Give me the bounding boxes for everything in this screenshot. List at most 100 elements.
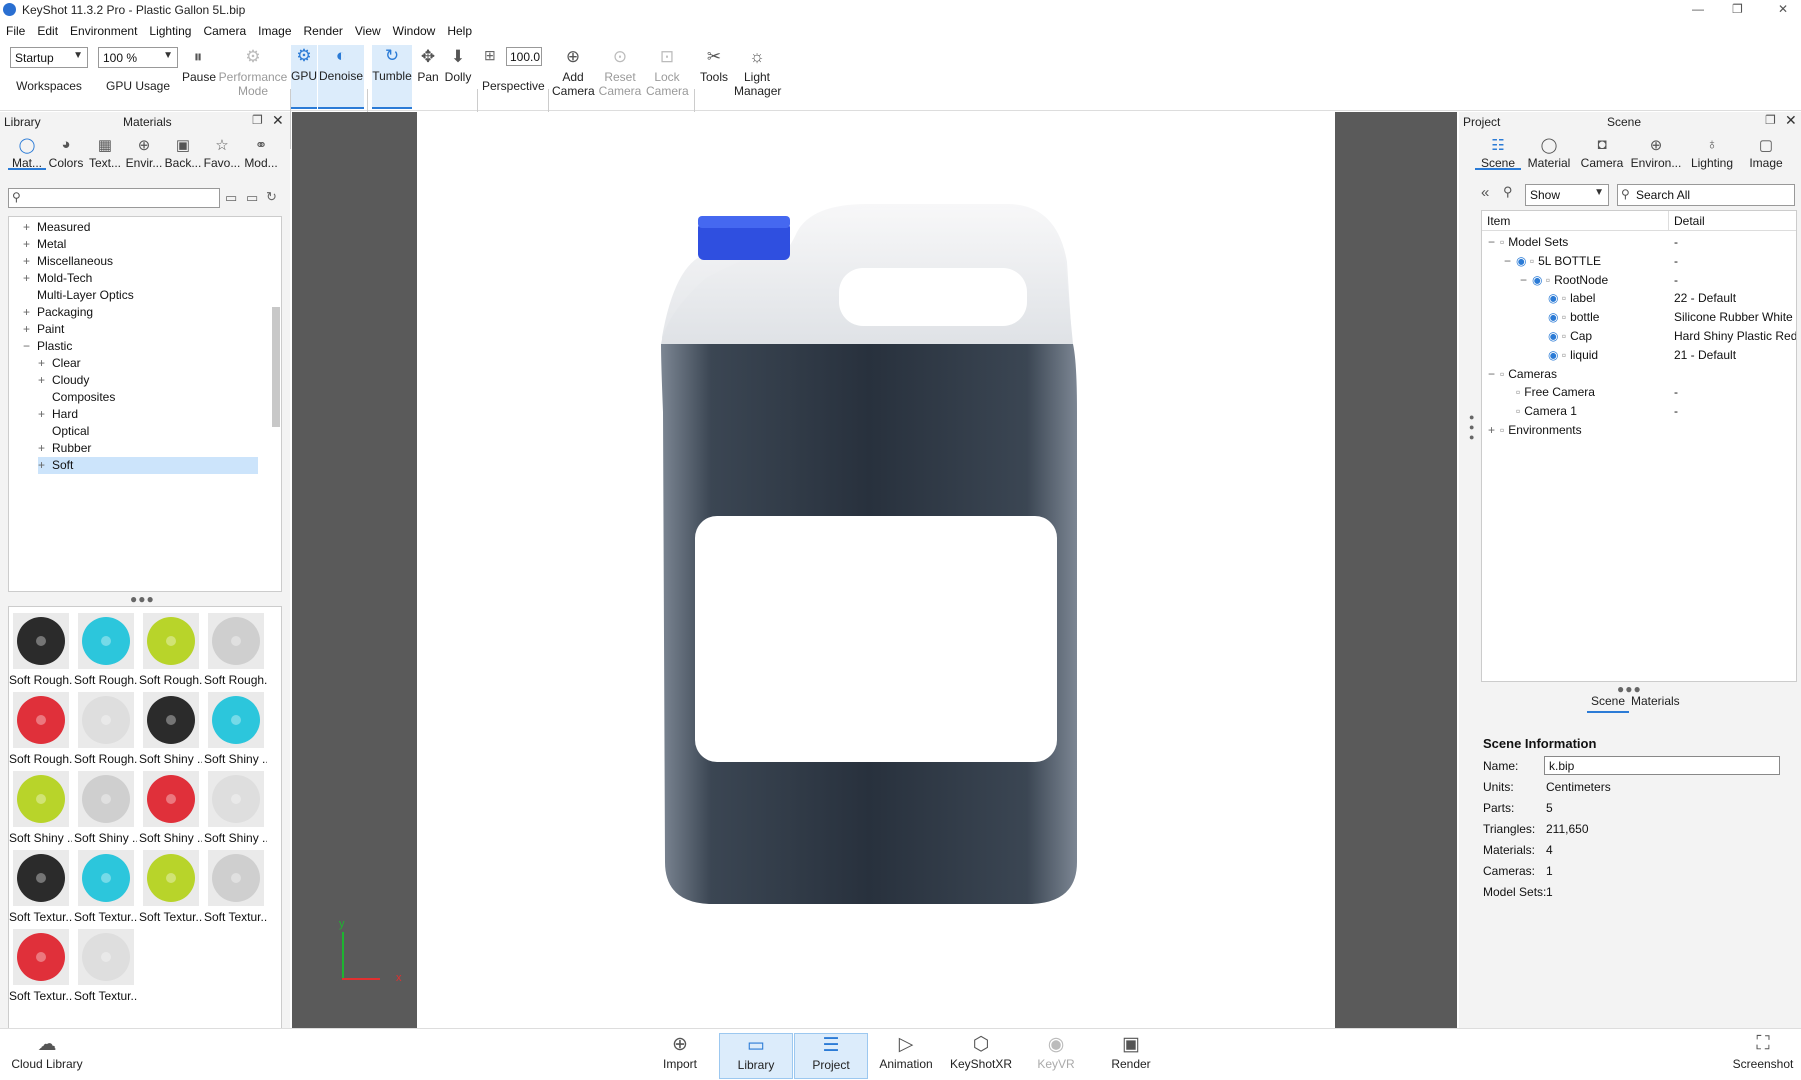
visibility-eye-icon[interactable]: ◉ — [1548, 329, 1562, 343]
tree-item[interactable]: + Metal — [23, 236, 66, 253]
light-manager-button[interactable]: ☼ Light Manager — [734, 46, 781, 98]
float-panel-icon[interactable]: ❐ — [252, 113, 263, 127]
tree-item[interactable]: − Plastic — [23, 338, 72, 355]
menu-environment[interactable]: Environment — [64, 20, 143, 38]
tab-environment[interactable]: ⊕ Environ... — [1629, 136, 1683, 170]
expand-icon[interactable]: + — [23, 270, 37, 287]
cloud-library-button[interactable]: ☁ Cloud Library — [10, 1033, 84, 1079]
visibility-eye-icon[interactable]: ◉ — [1516, 254, 1530, 268]
col-item[interactable]: Item — [1487, 214, 1510, 228]
gpu-toggle[interactable]: ⚙ GPU — [291, 45, 317, 109]
tree-item[interactable]: Composites — [38, 389, 115, 406]
collapse-icon[interactable]: − — [1488, 365, 1500, 384]
scene-tree-row[interactable]: − ▫ Model Sets - — [1482, 233, 1796, 252]
material-thumbnail[interactable]: Soft Shiny ... — [9, 769, 72, 845]
workspace-select[interactable]: Startup ▼ — [10, 47, 88, 68]
tab-camera[interactable]: ◘ Camera — [1577, 136, 1627, 170]
menu-render[interactable]: Render — [298, 20, 349, 38]
tree-item[interactable]: + Packaging — [23, 304, 93, 321]
tree-item[interactable]: Optical — [38, 423, 89, 440]
material-thumbnail[interactable]: Soft Shiny ... — [139, 769, 202, 845]
tab-material[interactable]: ◯ Material — [1523, 136, 1575, 170]
library-search-input[interactable]: ⚲ — [8, 188, 220, 208]
library-toggle-button[interactable]: ▭ Library — [719, 1033, 793, 1079]
collapse-icon[interactable]: − — [1504, 252, 1516, 271]
animation-button[interactable]: ▷ Animation — [874, 1033, 938, 1079]
screenshot-button[interactable]: ⛶ Screenshot — [1730, 1033, 1796, 1079]
keyshotxr-button[interactable]: ⬡ KeyShotXR — [950, 1033, 1012, 1079]
material-thumbnail[interactable]: Soft Shiny ... — [204, 690, 267, 766]
expand-icon[interactable]: + — [23, 219, 37, 236]
expand-icon[interactable]: + — [38, 355, 52, 372]
tree-item[interactable]: Multi-Layer Optics — [23, 287, 134, 304]
material-thumbnail[interactable]: Soft Textur... — [74, 927, 137, 1003]
scene-name-input[interactable]: k.bip — [1544, 756, 1780, 775]
collapse-icon[interactable]: − — [23, 338, 37, 355]
scene-tree-row[interactable]: − ◉ ▫ RootNode - — [1482, 271, 1796, 290]
tab-models[interactable]: ⚭ Mod... — [242, 136, 280, 170]
performance-mode-button[interactable]: ⚙ Performance Mode — [218, 46, 288, 98]
tree-item[interactable]: + Cloudy — [38, 372, 89, 389]
scene-tree-row[interactable]: ▫ Free Camera - — [1482, 383, 1796, 402]
tools-button[interactable]: ✂ Tools — [698, 46, 730, 84]
float-panel-icon[interactable]: ❐ — [1765, 113, 1776, 127]
side-splitter-grip[interactable]: ● ● ● — [1469, 412, 1477, 442]
menu-help[interactable]: Help — [441, 20, 478, 38]
tab-backplates[interactable]: ▣ Back... — [164, 136, 202, 170]
material-thumbnail[interactable]: Soft Rough... — [74, 611, 137, 687]
scene-tree-row[interactable]: − ▫ Cameras — [1482, 365, 1796, 384]
menu-window[interactable]: Window — [387, 20, 442, 38]
material-thumbnail[interactable]: Soft Rough... — [139, 611, 202, 687]
visibility-eye-icon[interactable]: ◉ — [1548, 310, 1562, 324]
tab-favorites[interactable]: ☆ Favo... — [203, 136, 241, 170]
expand-icon[interactable]: + — [38, 372, 52, 389]
render-canvas[interactable] — [417, 112, 1335, 1028]
splitter-grip[interactable]: ●●● — [130, 592, 155, 606]
minimize-button[interactable]: — — [1692, 2, 1704, 16]
tree-item[interactable]: + Rubber — [38, 440, 91, 457]
pan-tool[interactable]: ✥ Pan — [414, 46, 442, 84]
tree-item[interactable]: + Mold-Tech — [23, 270, 92, 287]
menu-camera[interactable]: Camera — [197, 20, 252, 38]
collapse-icon[interactable]: − — [1488, 233, 1500, 252]
close-panel-icon[interactable]: ✕ — [1785, 112, 1797, 129]
keyvr-button[interactable]: ◉ KeyVR — [1034, 1033, 1078, 1079]
material-thumbnail[interactable]: Soft Textur... — [139, 848, 202, 924]
col-detail[interactable]: Detail — [1674, 214, 1705, 228]
scene-tree-row[interactable]: ◉ ▫ liquid 21 - Default — [1482, 346, 1796, 365]
tree-scrollbar[interactable] — [272, 307, 280, 427]
menu-lighting[interactable]: Lighting — [143, 20, 197, 38]
tumble-tool[interactable]: ↻ Tumble — [372, 45, 412, 109]
material-thumbnail[interactable]: Soft Textur... — [9, 927, 72, 1003]
perspective-input[interactable]: 100.0 — [506, 47, 542, 66]
material-thumbnail[interactable]: Soft Rough... — [74, 690, 137, 766]
reset-camera-button[interactable]: ⊙ Reset Camera — [598, 46, 642, 98]
expand-icon[interactable]: + — [38, 406, 52, 423]
subtab-materials[interactable]: Materials — [1627, 694, 1684, 711]
subtab-scene[interactable]: Scene — [1587, 694, 1630, 713]
scene-tree-row[interactable]: ◉ ▫ bottle Silicone Rubber White ... — [1482, 308, 1796, 327]
tab-image[interactable]: ▢ Image — [1741, 136, 1791, 170]
expand-icon[interactable]: + — [23, 253, 37, 270]
close-button[interactable]: ✕ — [1778, 2, 1788, 16]
maximize-button[interactable]: ❐ — [1732, 2, 1743, 16]
tab-colors[interactable]: ◕ Colors — [47, 136, 85, 170]
tree-item[interactable]: + Measured — [23, 219, 90, 236]
expand-icon[interactable]: + — [23, 236, 37, 253]
denoise-toggle[interactable]: ◐ Denoise — [318, 45, 364, 109]
expand-icon[interactable]: + — [38, 440, 52, 457]
material-thumbnail[interactable]: Soft Shiny ... — [204, 769, 267, 845]
render-viewport[interactable]: y x — [292, 112, 1457, 1028]
tree-item[interactable]: + Miscellaneous — [23, 253, 113, 270]
expand-icon[interactable]: + — [23, 321, 37, 338]
material-thumbnail[interactable]: Soft Rough... — [204, 611, 267, 687]
project-toggle-button[interactable]: ☰ Project — [794, 1033, 868, 1079]
scene-tree-row[interactable]: + ▫ Environments — [1482, 421, 1796, 440]
import-button[interactable]: ⊕ Import — [656, 1033, 704, 1079]
add-camera-button[interactable]: ⊕ Add Camera — [552, 46, 595, 98]
close-panel-icon[interactable]: ✕ — [272, 112, 284, 129]
tree-item[interactable]: + Paint — [23, 321, 64, 338]
render-button[interactable]: ▣ Render — [1108, 1033, 1154, 1079]
expand-icon[interactable]: + — [23, 304, 37, 321]
show-filter-select[interactable]: Show ▼ — [1525, 184, 1609, 206]
